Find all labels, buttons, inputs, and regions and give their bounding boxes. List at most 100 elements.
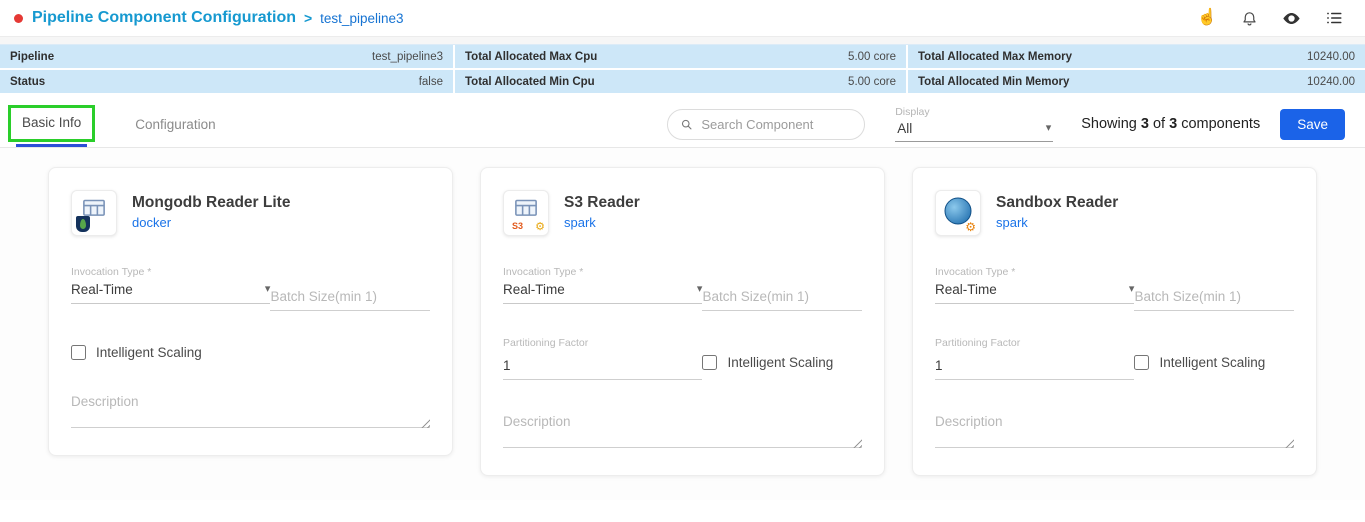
component-title: Mongodb Reader Lite xyxy=(132,194,290,212)
tab-configuration[interactable]: Configuration xyxy=(129,101,221,147)
summary-row: Status false Total Allocated Min Cpu 5.0… xyxy=(0,70,1365,93)
partitioning-factor-label: Partitioning Factor xyxy=(935,337,1134,349)
invocation-type-select[interactable]: Invocation Type * Real-Time ▾ xyxy=(503,266,702,311)
tab-basic-info[interactable]: Basic Info xyxy=(16,101,87,147)
card-header: S3 ⚙ S3 Reader spark xyxy=(503,190,862,236)
engine-link[interactable]: spark xyxy=(996,215,1028,230)
description-textarea[interactable] xyxy=(503,412,862,448)
search-icon xyxy=(680,117,693,132)
intelligent-scaling-option[interactable]: Intelligent Scaling xyxy=(1134,355,1294,370)
summary-value: 10240.00 xyxy=(1307,51,1355,63)
component-card-s3-reader: S3 ⚙ S3 Reader spark Invocation Type * R… xyxy=(480,167,885,476)
status-dot-icon xyxy=(14,14,23,23)
eye-icon[interactable] xyxy=(1282,9,1301,28)
intelligent-scaling-option[interactable]: Intelligent Scaling xyxy=(71,345,202,360)
component-card-mongodb-reader-lite: Mongodb Reader Lite docker Invocation Ty… xyxy=(48,167,453,456)
invocation-type-value: Real-Time xyxy=(503,282,565,297)
toolbar: Basic Info Configuration Display All ▾ S… xyxy=(0,101,1365,148)
summary-label: Total Allocated Max Memory xyxy=(918,51,1072,63)
s3-badge-icon: S3 xyxy=(512,221,523,231)
tab-label: Basic Info xyxy=(22,115,81,130)
partitioning-factor-field: Partitioning Factor xyxy=(503,337,702,380)
breadcrumb-pipeline-link[interactable]: test_pipeline3 xyxy=(320,11,403,26)
invocation-type-value: Real-Time xyxy=(935,282,997,297)
component-title: S3 Reader xyxy=(564,194,640,212)
summary-cell-max-memory: Total Allocated Max Memory 10240.00 xyxy=(908,45,1365,68)
summary-cell-min-cpu: Total Allocated Min Cpu 5.00 core xyxy=(455,70,908,93)
summary-cell-status: Status false xyxy=(0,70,455,93)
batch-size-input[interactable] xyxy=(702,284,862,311)
summary-label: Pipeline xyxy=(10,51,54,63)
search-input[interactable] xyxy=(701,117,852,132)
invocation-type-label: Invocation Type * xyxy=(71,266,270,278)
invocation-type-select[interactable]: Invocation Type * Real-Time ▾ xyxy=(71,266,270,311)
component-title: Sandbox Reader xyxy=(996,194,1118,212)
page-title: Pipeline Component Configuration xyxy=(32,9,296,27)
card-titles: S3 Reader spark xyxy=(564,194,640,232)
summary-cell-min-memory: Total Allocated Min Memory 10240.00 xyxy=(908,70,1365,93)
card-header: Mongodb Reader Lite docker xyxy=(71,190,430,236)
chevron-down-icon: ▾ xyxy=(1046,123,1052,134)
summary-value: test_pipeline3 xyxy=(372,51,443,63)
intelligent-scaling-checkbox[interactable] xyxy=(702,355,717,370)
description-field xyxy=(71,392,430,433)
showing-count-text: Showing 3 of 3 components xyxy=(1081,116,1260,132)
partitioning-factor-field: Partitioning Factor xyxy=(935,337,1134,380)
card-header: ⚙ Sandbox Reader spark xyxy=(935,190,1294,236)
gear-icon: ⚙ xyxy=(535,222,545,233)
component-card-sandbox-reader: ⚙ Sandbox Reader spark Invocation Type *… xyxy=(912,167,1317,476)
intelligent-scaling-checkbox[interactable] xyxy=(71,345,86,360)
partitioning-factor-label: Partitioning Factor xyxy=(503,337,702,349)
intelligent-scaling-label: Intelligent Scaling xyxy=(1159,355,1265,370)
description-textarea[interactable] xyxy=(71,392,430,428)
engine-link[interactable]: docker xyxy=(132,215,171,230)
summary-label: Total Allocated Max Cpu xyxy=(465,51,597,63)
partitioning-factor-input[interactable] xyxy=(503,353,702,380)
card-titles: Mongodb Reader Lite docker xyxy=(132,194,290,232)
gear-icon: ⚙ xyxy=(965,221,976,233)
summary-cell-max-cpu: Total Allocated Max Cpu 5.00 core xyxy=(455,45,908,68)
description-field xyxy=(503,412,862,453)
menu-list-icon[interactable] xyxy=(1325,9,1343,27)
invocation-type-label: Invocation Type * xyxy=(935,266,1134,278)
display-dropdown-value: All xyxy=(897,121,912,136)
invocation-type-select[interactable]: Invocation Type * Real-Time ▾ xyxy=(935,266,1134,311)
top-header: Pipeline Component Configuration > test_… xyxy=(0,0,1365,37)
partitioning-factor-input[interactable] xyxy=(935,353,1134,380)
intelligent-scaling-option[interactable]: Intelligent Scaling xyxy=(702,355,862,370)
engine-link[interactable]: spark xyxy=(564,215,596,230)
display-dropdown[interactable]: Display All ▾ xyxy=(895,106,1053,142)
save-button[interactable]: Save xyxy=(1280,109,1345,140)
display-dropdown-label: Display xyxy=(895,106,1053,118)
component-cards: Mongodb Reader Lite docker Invocation Ty… xyxy=(0,148,1365,500)
breadcrumb-chevron-icon: > xyxy=(304,10,312,26)
summary-row: Pipeline test_pipeline3 Total Allocated … xyxy=(0,45,1365,68)
touch-icon[interactable]: ☝ xyxy=(1197,10,1217,26)
search-component-box xyxy=(667,109,865,140)
divider xyxy=(0,37,1365,44)
description-textarea[interactable] xyxy=(935,412,1294,448)
intelligent-scaling-label: Intelligent Scaling xyxy=(96,345,202,360)
header-icon-group: ☝ xyxy=(1197,9,1351,28)
mongodb-leaf-badge-icon xyxy=(76,216,90,232)
summary-value: 5.00 core xyxy=(848,51,896,63)
summary-value: 10240.00 xyxy=(1307,76,1355,88)
summary-value: 5.00 core xyxy=(848,76,896,88)
intelligent-scaling-checkbox[interactable] xyxy=(1134,355,1149,370)
description-field xyxy=(935,412,1294,453)
mongodb-reader-icon xyxy=(71,190,117,236)
batch-size-input[interactable] xyxy=(270,284,430,311)
batch-size-input[interactable] xyxy=(1134,284,1294,311)
summary-label: Total Allocated Min Cpu xyxy=(465,76,595,88)
summary-value: false xyxy=(419,76,443,88)
bell-icon[interactable] xyxy=(1241,10,1258,27)
card-titles: Sandbox Reader spark xyxy=(996,194,1118,232)
pipeline-summary: Pipeline test_pipeline3 Total Allocated … xyxy=(0,44,1365,93)
s3-reader-icon: S3 ⚙ xyxy=(503,190,549,236)
invocation-type-value: Real-Time xyxy=(71,282,133,297)
invocation-type-label: Invocation Type * xyxy=(503,266,702,278)
tab-label: Configuration xyxy=(135,117,215,132)
sandbox-reader-icon: ⚙ xyxy=(935,190,981,236)
intelligent-scaling-label: Intelligent Scaling xyxy=(727,355,833,370)
showing-count: 3 xyxy=(1141,116,1149,132)
